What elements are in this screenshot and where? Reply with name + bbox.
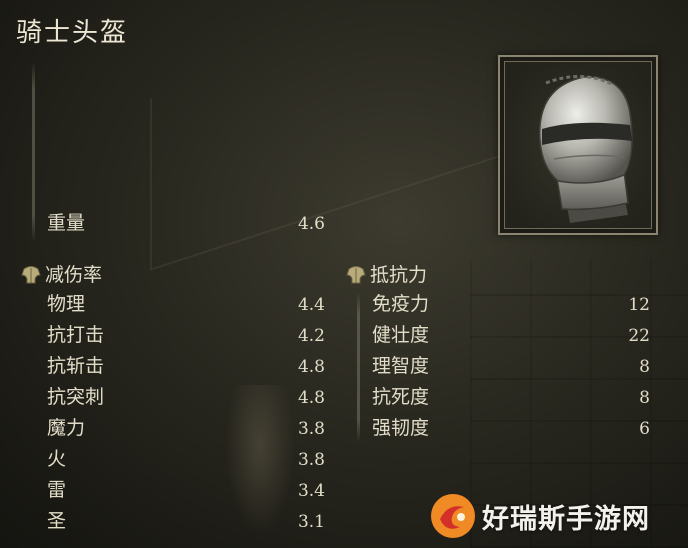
resistance-header: 抵抗力	[345, 260, 427, 287]
stat-value: 3.8	[297, 419, 325, 439]
watermark-logo-icon	[431, 494, 475, 538]
watermark-text: 好瑞斯手游网	[482, 503, 650, 535]
stat-label: 雷	[47, 479, 67, 501]
stat-value: 8	[639, 388, 650, 408]
stat-value: 4.4	[297, 295, 325, 315]
stat-value: 3.4	[297, 481, 325, 501]
resistance-title: 抵抗力	[370, 264, 428, 286]
background-decoration	[150, 0, 512, 271]
stat-value: 4.8	[297, 388, 325, 408]
divider-middle	[357, 292, 360, 442]
stat-value: 3.8	[297, 450, 325, 470]
stat-value: 8	[639, 357, 650, 377]
chest-armor-icon	[346, 265, 366, 283]
stat-label: 魔力	[47, 417, 86, 439]
stat-label: 免疫力	[372, 293, 430, 315]
item-thumbnail-frame[interactable]	[498, 55, 658, 235]
stat-label: 理智度	[372, 355, 430, 377]
stat-label: 抗突刺	[47, 386, 105, 408]
stat-label: 抗死度	[372, 386, 430, 408]
stat-label: 强韧度	[372, 417, 430, 439]
stat-value: 3.1	[297, 512, 325, 532]
watermark: 好瑞斯手游网	[430, 492, 650, 540]
stat-value: 4.2	[297, 326, 325, 346]
stat-value: 6	[639, 419, 650, 439]
stat-value: 12	[628, 295, 650, 315]
stat-label: 抗斩击	[47, 355, 105, 377]
stat-label: 抗打击	[47, 324, 105, 346]
stat-label: 物理	[47, 293, 86, 315]
stat-label: 健壮度	[372, 324, 430, 346]
divider-left	[32, 62, 35, 242]
stat-value: 22	[628, 326, 650, 346]
knight-helm-icon	[538, 74, 633, 223]
stat-value: 4.8	[297, 357, 325, 377]
stat-label: 圣	[47, 510, 67, 532]
item-name: 骑士头盔	[16, 18, 129, 48]
damage-negation-header: 减伤率	[20, 260, 102, 287]
damage-negation-title: 减伤率	[45, 264, 103, 286]
stat-label: 火	[47, 448, 67, 470]
chest-armor-icon	[21, 265, 41, 283]
weight-label: 重量	[47, 212, 86, 234]
weight-value: 4.6	[297, 214, 325, 234]
